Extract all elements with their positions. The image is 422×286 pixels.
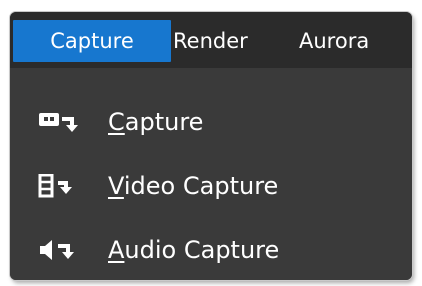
menu-capture[interactable]: Capture (13, 20, 171, 62)
capture-dropdown-menu: Capture Video Capture Audio Capture (10, 68, 412, 280)
video-capture-icon (38, 171, 94, 201)
menu-item-label: Audio Capture (108, 236, 280, 264)
capture-icon (38, 107, 94, 137)
menu-bar: Capture Render Aurora (10, 12, 412, 68)
menu-item-label: Capture (108, 108, 204, 136)
audio-capture-icon (38, 235, 94, 265)
menu-render[interactable]: Render (173, 20, 248, 62)
menu-item-video-capture[interactable]: Video Capture (10, 154, 412, 218)
menu-aurora[interactable]: Aurora (299, 20, 369, 62)
menu-item-label: Video Capture (108, 172, 279, 200)
menu-item-capture[interactable]: Capture (10, 90, 412, 154)
menu-item-audio-capture[interactable]: Audio Capture (10, 218, 412, 280)
application-window: Capture Render Aurora Capture Video Capt… (10, 12, 412, 280)
